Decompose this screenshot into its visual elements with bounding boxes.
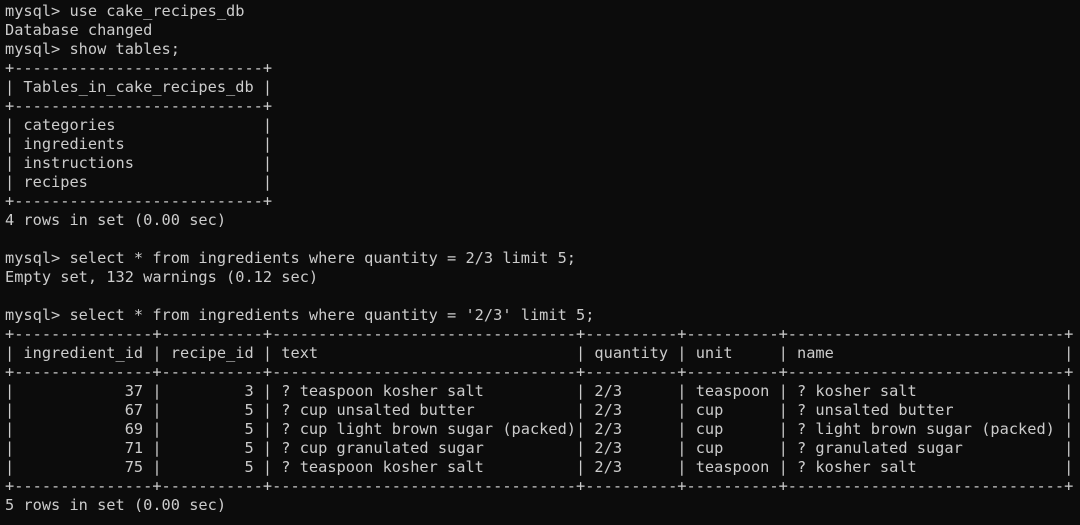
table-border: +---------------+-----------+-----------… (5, 363, 1074, 381)
output-line: 4 rows in set (0.00 sec) (5, 211, 227, 229)
output-line: Database changed (5, 21, 153, 39)
output-line: 5 rows in set (0.00 sec) (5, 496, 227, 514)
table-border: +---------------------------+ (5, 97, 273, 115)
output-line: Empty set, 132 warnings (0.12 sec) (5, 268, 319, 286)
table-row: | 69 | 5 | ? cup light brown sugar (pack… (5, 420, 1074, 438)
table-header: | ingredient_id | recipe_id | text | qua… (5, 344, 1074, 362)
table-border: +---------------------------+ (5, 59, 273, 77)
command-line: mysql> use cake_recipes_db (5, 2, 245, 20)
table-border: +---------------+-----------+-----------… (5, 477, 1074, 495)
table-border: +---------------+-----------+-----------… (5, 325, 1074, 343)
table-row: | categories | (5, 116, 273, 134)
terminal-window[interactable]: mysql> use cake_recipes_db Database chan… (0, 0, 1080, 525)
table-border: +---------------------------+ (5, 192, 273, 210)
table-row: | recipes | (5, 173, 273, 191)
table-row: | 71 | 5 | ? cup granulated sugar | 2/3 … (5, 439, 1074, 457)
command-line: mysql> select * from ingredients where q… (5, 249, 576, 267)
table-row: | ingredients | (5, 135, 273, 153)
command-line: mysql> select * from ingredients where q… (5, 306, 595, 324)
table-row: | 37 | 3 | ? teaspoon kosher salt | 2/3 … (5, 382, 1074, 400)
table-row: | 67 | 5 | ? cup unsalted butter | 2/3 |… (5, 401, 1074, 419)
table-header: | Tables_in_cake_recipes_db | (5, 78, 273, 96)
command-line: mysql> show tables; (5, 40, 180, 58)
table-row: | instructions | (5, 154, 273, 172)
table-row: | 75 | 5 | ? teaspoon kosher salt | 2/3 … (5, 458, 1074, 476)
